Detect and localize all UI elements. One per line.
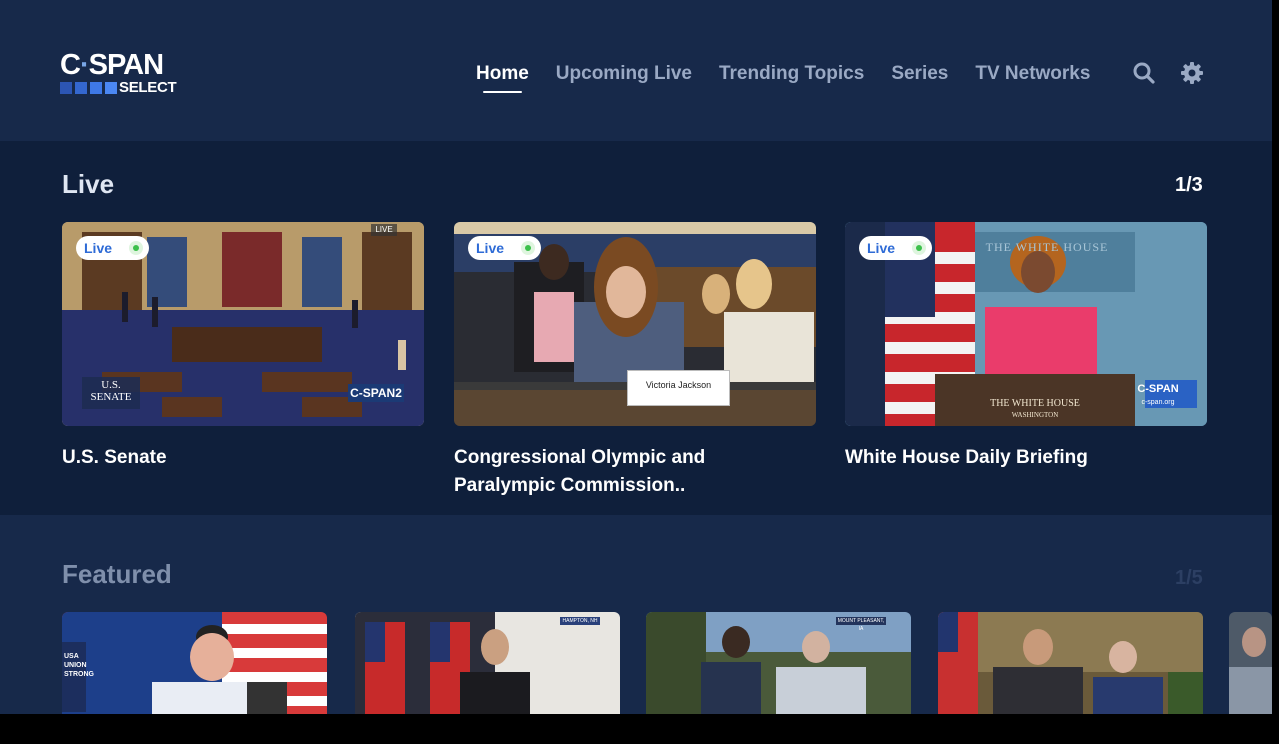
senate-thumbnail[interactable]: LIVE U.S. SENATE C-SPAN2 Live (62, 222, 424, 426)
live-section-title: Live (62, 169, 115, 199)
gear-icon[interactable] (1179, 60, 1205, 86)
cspan-select-logo[interactable]: C·SPAN SELECT (60, 50, 180, 98)
top-header: C·SPAN SELECT Home Upcoming Live Trendin… (0, 0, 1272, 141)
podium-sign: THE WHITE HOUSE WASHINGTON (990, 398, 1080, 419)
live-dot-icon (129, 241, 143, 255)
live-page-count: 1/3 (1175, 174, 1203, 196)
search-icon[interactable] (1131, 60, 1157, 86)
featured-thumb-caption: MOUNT PLEASANT, IA (837, 618, 885, 632)
cspan2-bug: C-SPAN2 (350, 386, 402, 400)
app-window: C·SPAN SELECT Home Upcoming Live Trendin… (0, 0, 1272, 714)
live-corner-label: LIVE (375, 225, 393, 234)
featured-page-count: 1/5 (1175, 567, 1203, 589)
featured-thumb-5-partial[interactable] (1229, 612, 1272, 714)
nav-series[interactable]: Series (891, 63, 948, 85)
featured-thumb-2[interactable]: HAMPTON, NH (355, 612, 620, 714)
featured-thumb-caption: USA UNION STRONG (64, 653, 94, 678)
nav-upcoming-live[interactable]: Upcoming Live (556, 63, 692, 85)
featured-thumb-3[interactable]: MOUNT PLEASANT, IA (646, 612, 911, 714)
live-card-olympic-commission[interactable]: Victoria Jackson Live Congressional Olym… (454, 222, 816, 500)
witness-nameplate: Victoria Jackson (627, 370, 730, 406)
featured-thumb-caption: HAMPTON, NH (562, 618, 598, 624)
right-edge-strip (1272, 0, 1279, 744)
bottom-edge-strip (0, 714, 1279, 744)
live-card-senate[interactable]: LIVE U.S. SENATE C-SPAN2 Live U.S. Senate (62, 222, 424, 472)
live-dot-icon (912, 241, 926, 255)
live-badge: Live (468, 236, 541, 260)
live-dot-icon (521, 241, 535, 255)
live-card-title[interactable]: Congressional Olympic and Paralympic Comm… (454, 444, 816, 500)
nav-home[interactable]: Home (476, 63, 529, 93)
featured-section-title: Featured (62, 559, 172, 589)
nav-trending-topics[interactable]: Trending Topics (719, 63, 864, 85)
live-badge: Live (859, 236, 932, 260)
live-card-title[interactable]: U.S. Senate (62, 444, 424, 472)
logo-wordmark: C·SPAN (60, 49, 164, 81)
featured-thumb-4[interactable] (938, 612, 1203, 714)
live-card-title[interactable]: White House Daily Briefing (845, 444, 1207, 472)
nav-tv-networks[interactable]: TV Networks (975, 63, 1090, 85)
live-card-white-house[interactable]: THE WHITE HOUSE THE WHITE HOUSE WASHINGTO… (845, 222, 1207, 472)
white-house-thumbnail[interactable]: THE WHITE HOUSE THE WHITE HOUSE WASHINGTO… (845, 222, 1207, 426)
olympic-commission-thumbnail[interactable]: Victoria Jackson Live (454, 222, 816, 426)
featured-section: Featured 1/5 USA UNION STRONG HAMPTON, N… (0, 515, 1272, 714)
wh-seal-text: THE WHITE HOUSE (985, 240, 1109, 254)
live-section: Live 1/3 LIVE U.S. SENATE C-SPAN2 Live U… (0, 141, 1272, 515)
cspan-bug: C-SPAN c-span.org (1137, 383, 1179, 406)
senate-watermark: U.S. SENATE (90, 379, 132, 403)
featured-thumb-1[interactable]: USA UNION STRONG (62, 612, 327, 714)
main-nav: Home Upcoming Live Trending Topics Serie… (476, 60, 1117, 93)
live-badge: Live (76, 236, 149, 260)
logo-select-text: SELECT (119, 79, 177, 96)
